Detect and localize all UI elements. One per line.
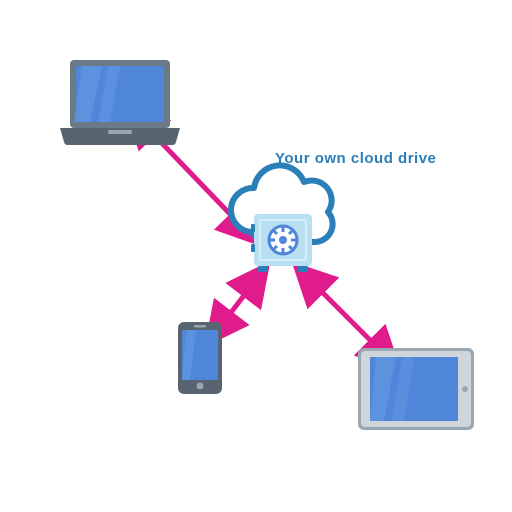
tablet-icon: [358, 348, 474, 430]
diagram-canvas: [0, 0, 512, 512]
smartphone-icon: [178, 322, 222, 394]
laptop-icon: [60, 60, 180, 145]
cloud-safe-icon: [231, 165, 333, 272]
title-label: Your own cloud drive: [275, 150, 436, 167]
